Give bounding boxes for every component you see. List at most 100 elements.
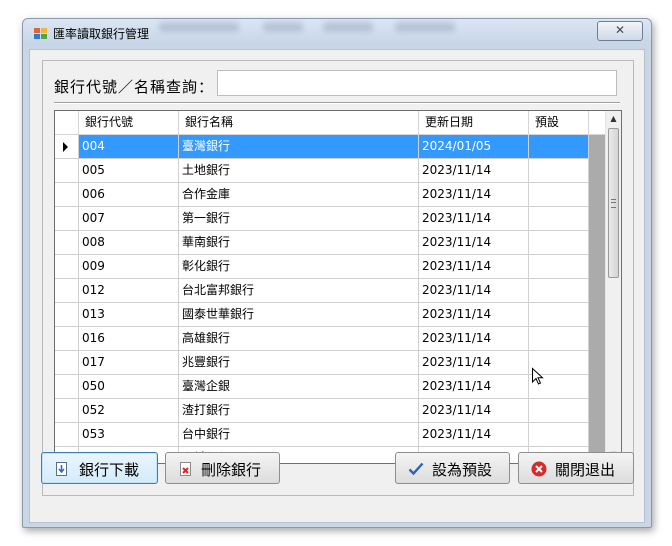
row-header[interactable] (55, 231, 79, 255)
cell-default[interactable] (529, 327, 589, 351)
cell-bank-code[interactable]: 006 (79, 183, 179, 207)
row-header[interactable] (55, 279, 79, 303)
blurred-taskbar-strip (159, 22, 239, 32)
cell-bank-name[interactable]: 臺灣銀行 (179, 135, 419, 159)
table-row[interactable]: 005 土地銀行 2023/11/14 (55, 159, 589, 183)
grid-vertical-scrollbar[interactable]: ▲ ▼ (605, 111, 621, 463)
table-row[interactable]: 007 第一銀行 2023/11/14 (55, 207, 589, 231)
row-header[interactable] (55, 375, 79, 399)
row-header[interactable] (55, 423, 79, 447)
cell-bank-name[interactable]: 臺灣企銀 (179, 375, 419, 399)
cell-bank-name[interactable]: 兆豐銀行 (179, 351, 419, 375)
close-exit-button[interactable]: 關閉退出 (518, 452, 634, 484)
table-row[interactable]: 050 臺灣企銀 2023/11/14 (55, 375, 589, 399)
cell-bank-name[interactable]: 土地銀行 (179, 159, 419, 183)
delete-doc-icon (180, 462, 191, 476)
cell-update-date[interactable]: 2023/11/14 (419, 255, 529, 279)
cell-default[interactable] (529, 135, 589, 159)
cell-default[interactable] (529, 423, 589, 447)
cell-default[interactable] (529, 231, 589, 255)
column-header-date[interactable]: 更新日期 (419, 111, 529, 135)
cell-update-date[interactable]: 2023/11/14 (419, 375, 529, 399)
table-row[interactable]: 017 兆豐銀行 2023/11/14 (55, 351, 589, 375)
cell-bank-code[interactable]: 052 (79, 399, 179, 423)
row-header[interactable] (55, 303, 79, 327)
cell-default[interactable] (529, 183, 589, 207)
scroll-thumb[interactable] (608, 128, 619, 278)
cell-bank-code[interactable]: 016 (79, 327, 179, 351)
cell-update-date[interactable]: 2023/11/14 (419, 327, 529, 351)
cell-update-date[interactable]: 2023/11/14 (419, 423, 529, 447)
mouse-cursor-icon (532, 367, 544, 385)
row-header[interactable] (55, 327, 79, 351)
cell-bank-code[interactable]: 007 (79, 207, 179, 231)
search-separator (54, 102, 620, 104)
cell-bank-code[interactable]: 008 (79, 231, 179, 255)
close-exit-label: 關閉退出 (555, 461, 616, 479)
close-icon: ✕ (614, 23, 626, 37)
table-row[interactable]: 009 彰化銀行 2023/11/14 (55, 255, 589, 279)
column-header-name[interactable]: 銀行名稱 (179, 111, 419, 135)
delete-bank-button[interactable]: 刪除銀行 (165, 452, 280, 484)
row-header[interactable] (55, 351, 79, 375)
blurred-taskbar-strip (323, 22, 373, 32)
scroll-up-icon[interactable]: ▲ (606, 111, 621, 127)
search-label: 銀行代號／名稱查詢： (54, 78, 215, 96)
cell-update-date[interactable]: 2023/11/14 (419, 159, 529, 183)
cell-update-date[interactable]: 2023/11/14 (419, 399, 529, 423)
cell-bank-name[interactable]: 合作金庫 (179, 183, 419, 207)
cell-default[interactable] (529, 303, 589, 327)
table-row[interactable]: 013 國泰世華銀行 2023/11/14 (55, 303, 589, 327)
search-input[interactable] (217, 70, 617, 96)
cell-update-date[interactable]: 2024/01/05 (419, 135, 529, 159)
cell-update-date[interactable]: 2023/11/14 (419, 279, 529, 303)
cell-bank-name[interactable]: 華南銀行 (179, 231, 419, 255)
cell-bank-name[interactable]: 渣打銀行 (179, 399, 419, 423)
table-row[interactable]: 006 合作金庫 2023/11/14 (55, 183, 589, 207)
cell-bank-name[interactable]: 台中銀行 (179, 423, 419, 447)
cell-bank-name[interactable]: 國泰世華銀行 (179, 303, 419, 327)
cell-default[interactable] (529, 399, 589, 423)
row-header[interactable] (55, 255, 79, 279)
download-bank-label: 銀行下載 (79, 461, 140, 479)
cell-update-date[interactable]: 2023/11/14 (419, 231, 529, 255)
cell-bank-code[interactable]: 004 (79, 135, 179, 159)
cell-default[interactable] (529, 255, 589, 279)
cell-update-date[interactable]: 2023/11/14 (419, 303, 529, 327)
cell-bank-code[interactable]: 050 (79, 375, 179, 399)
cell-bank-name[interactable]: 台北富邦銀行 (179, 279, 419, 303)
set-default-button[interactable]: 設為預設 (395, 452, 510, 484)
bank-grid[interactable]: 銀行代號 銀行名稱 更新日期 預設 004 臺灣銀行 2024/01/05 005 土地… (54, 110, 622, 464)
cell-bank-code[interactable]: 012 (79, 279, 179, 303)
table-row[interactable]: 008 華南銀行 2023/11/14 (55, 231, 589, 255)
cell-bank-code[interactable]: 009 (79, 255, 179, 279)
cell-update-date[interactable]: 2023/11/14 (419, 351, 529, 375)
cell-bank-code[interactable]: 053 (79, 423, 179, 447)
cell-bank-code[interactable]: 017 (79, 351, 179, 375)
table-row[interactable]: 052 渣打銀行 2023/11/14 (55, 399, 589, 423)
cell-default[interactable] (529, 207, 589, 231)
column-header-code[interactable]: 銀行代號 (79, 111, 179, 135)
download-bank-button[interactable]: 銀行下載 (41, 452, 158, 484)
cell-bank-code[interactable]: 013 (79, 303, 179, 327)
cell-default[interactable] (529, 279, 589, 303)
row-header[interactable] (55, 207, 79, 231)
window-close-button[interactable]: ✕ (597, 21, 643, 41)
cell-update-date[interactable]: 2023/11/14 (419, 183, 529, 207)
cell-bank-name[interactable]: 彰化銀行 (179, 255, 419, 279)
cell-bank-name[interactable]: 第一銀行 (179, 207, 419, 231)
cell-default[interactable] (529, 159, 589, 183)
column-header-default[interactable]: 預設 (529, 111, 589, 135)
cell-update-date[interactable]: 2023/11/14 (419, 207, 529, 231)
cell-bank-name[interactable]: 高雄銀行 (179, 327, 419, 351)
cell-bank-code[interactable]: 005 (79, 159, 179, 183)
table-row[interactable]: 053 台中銀行 2023/11/14 (55, 423, 589, 447)
row-header[interactable] (55, 159, 79, 183)
table-row[interactable]: 012 台北富邦銀行 2023/11/14 (55, 279, 589, 303)
row-header[interactable] (55, 399, 79, 423)
row-header[interactable] (55, 135, 79, 159)
row-header[interactable] (55, 183, 79, 207)
title-bar[interactable]: 匯率讀取銀行管理 ✕ (23, 19, 651, 45)
table-row[interactable]: 016 高雄銀行 2023/11/14 (55, 327, 589, 351)
table-row[interactable]: 004 臺灣銀行 2024/01/05 (55, 135, 589, 159)
